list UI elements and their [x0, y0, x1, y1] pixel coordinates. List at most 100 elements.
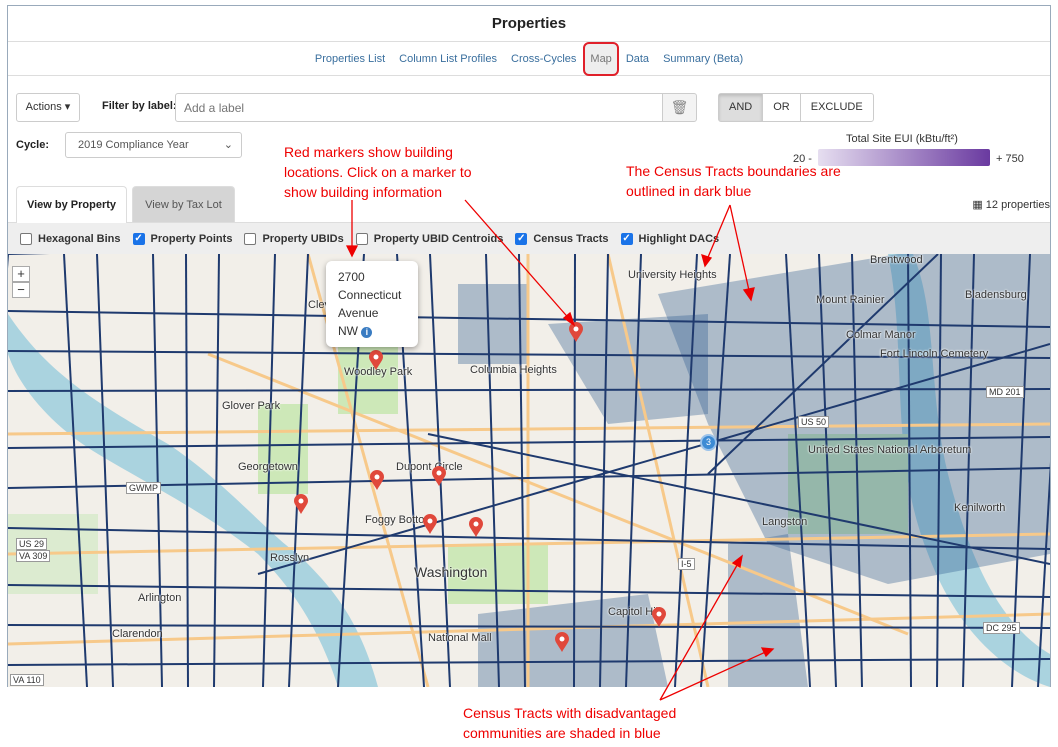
place-label: Kenilworth	[954, 502, 1006, 514]
building-icon: ▦	[972, 199, 983, 211]
popup-line: Avenue	[338, 306, 379, 320]
checkbox[interactable]: ✓	[620, 232, 633, 245]
map-pin-icon	[569, 322, 583, 342]
property-marker[interactable]	[370, 470, 384, 490]
place-label: Colmar Manor	[846, 329, 916, 341]
cycle-select[interactable]: 2019 Compliance Year ⌄	[65, 132, 242, 158]
layer-label: Property UBIDs	[262, 232, 344, 245]
property-marker[interactable]	[569, 322, 583, 342]
info-icon[interactable]: i	[361, 327, 373, 338]
property-popup: 2700 Connecticut Avenue NW i	[326, 261, 418, 347]
road-shield: I-5	[678, 558, 695, 570]
cycle-label: Cycle:	[16, 139, 50, 151]
place-label: National Mall	[428, 632, 492, 644]
exclude-button[interactable]: EXCLUDE	[801, 94, 873, 121]
checkbox[interactable]: ✓	[515, 232, 528, 245]
property-marker[interactable]	[469, 517, 483, 537]
place-label: Glover Park	[222, 400, 281, 412]
zoom-in-button[interactable]: +	[12, 266, 30, 282]
place-label: Brentwood	[870, 254, 923, 266]
annotation-markers: Red markers show building locations. Cli…	[284, 144, 472, 200]
property-marker[interactable]	[652, 607, 666, 627]
tab-view-by-property[interactable]: View by Property	[16, 186, 127, 223]
road-shield: GWMP	[126, 482, 161, 494]
layer-label: Census Tracts	[533, 232, 609, 245]
place-label: Bladensburg	[965, 289, 1027, 301]
eui-legend-gradient	[818, 149, 990, 166]
place-label: United States National Arboretum	[808, 444, 972, 456]
popup-line: Connecticut	[338, 288, 402, 302]
layer-toggle[interactable]: Hexagonal Bins	[20, 232, 121, 245]
layer-label: Property UBID Centroids	[373, 232, 504, 245]
checkbox[interactable]	[244, 232, 257, 245]
place-label: University Heights	[628, 269, 717, 281]
road-shield: DC 295	[983, 622, 1020, 634]
road-shield: VA 309	[16, 550, 51, 562]
zoom-out-button[interactable]: −	[12, 282, 30, 298]
layer-toggle[interactable]: ✓ Census Tracts	[515, 232, 609, 245]
road-shield: MD 201	[986, 386, 1024, 398]
page-title: Properties	[8, 6, 1050, 42]
popup-line: NW	[338, 324, 358, 338]
layer-label: Hexagonal Bins	[38, 232, 121, 245]
road-shield: VA 110	[10, 674, 44, 686]
layer-toggle[interactable]: ✓ Property Points	[132, 232, 233, 245]
app-frame: Properties Properties List Column List Pr…	[7, 5, 1051, 687]
annotation-tracts: The Census Tracts boundaries are outline…	[626, 163, 841, 199]
layer-toggle[interactable]: Property UBIDs	[244, 232, 344, 245]
road-shield: US 50	[798, 416, 830, 428]
property-marker[interactable]	[432, 466, 446, 486]
cycle-value: 2019 Compliance Year	[78, 139, 189, 151]
map-pin-icon	[432, 466, 446, 486]
label-logic-toggle: AND OR EXCLUDE	[718, 93, 874, 122]
checkbox[interactable]: ✓	[132, 232, 145, 245]
nav-data[interactable]: Data	[619, 43, 656, 75]
place-label: Arlington	[138, 592, 182, 604]
layer-toggles: Hexagonal Bins ✓ Property Points Property U…	[8, 222, 1050, 254]
map-pin-icon	[652, 607, 666, 627]
property-count: ▦ 12 properties	[972, 198, 1050, 211]
map-tiles	[8, 254, 1050, 687]
map-pin-icon	[555, 632, 569, 652]
map-pin-icon	[294, 494, 308, 514]
nav-cross-cycles[interactable]: Cross-Cycles	[504, 43, 583, 75]
eui-legend-title: Total Site EUI (kBtu/ft²)	[846, 133, 958, 145]
map-pin-icon	[369, 350, 383, 370]
or-button[interactable]: OR	[763, 94, 801, 121]
property-marker[interactable]	[555, 632, 569, 652]
place-label: Washington	[414, 564, 488, 580]
place-label: Mount Rainier	[816, 294, 885, 306]
layer-label: Highlight DACs	[638, 232, 720, 245]
cluster-marker[interactable]: 3	[700, 434, 717, 451]
place-label: Langston	[762, 516, 808, 528]
place-label: Columbia Heights	[470, 364, 557, 376]
eui-legend-max: + 750	[996, 153, 1024, 165]
place-label: Fort Lincoln Cemetery	[880, 348, 989, 360]
nav-column-list-profiles[interactable]: Column List Profiles	[392, 43, 504, 75]
place-label: Clarendon	[112, 628, 163, 640]
map[interactable]: + − University Heights Brentwood Bladensbu…	[8, 254, 1050, 687]
property-marker[interactable]	[294, 494, 308, 514]
nav-map[interactable]: Map	[583, 42, 619, 76]
label-filter-input[interactable]	[175, 93, 663, 122]
place-label: Rosslyn	[270, 552, 310, 564]
property-marker[interactable]	[423, 514, 437, 534]
trash-icon[interactable]: 🗑	[662, 93, 697, 122]
nav-properties-list[interactable]: Properties List	[308, 43, 392, 75]
map-pin-icon	[469, 517, 483, 537]
checkbox[interactable]	[20, 232, 32, 245]
filter-label: Filter by label:	[102, 100, 177, 112]
layer-toggle[interactable]: ✓ Highlight DACs	[620, 232, 720, 245]
map-pin-icon	[423, 514, 437, 534]
layer-label: Property Points	[150, 232, 233, 245]
property-marker[interactable]	[369, 350, 383, 370]
and-button[interactable]: AND	[719, 94, 764, 121]
popup-line: 2700	[338, 270, 365, 284]
checkbox[interactable]	[355, 232, 368, 245]
tab-view-by-tax-lot[interactable]: View by Tax Lot	[132, 186, 235, 222]
actions-button[interactable]: Actions ▾	[16, 93, 80, 122]
chevron-down-icon: ⌄	[223, 139, 233, 151]
road-shield: US 29	[16, 538, 48, 550]
layer-toggle[interactable]: Property UBID Centroids	[355, 232, 504, 245]
nav-summary[interactable]: Summary (Beta)	[656, 43, 750, 75]
